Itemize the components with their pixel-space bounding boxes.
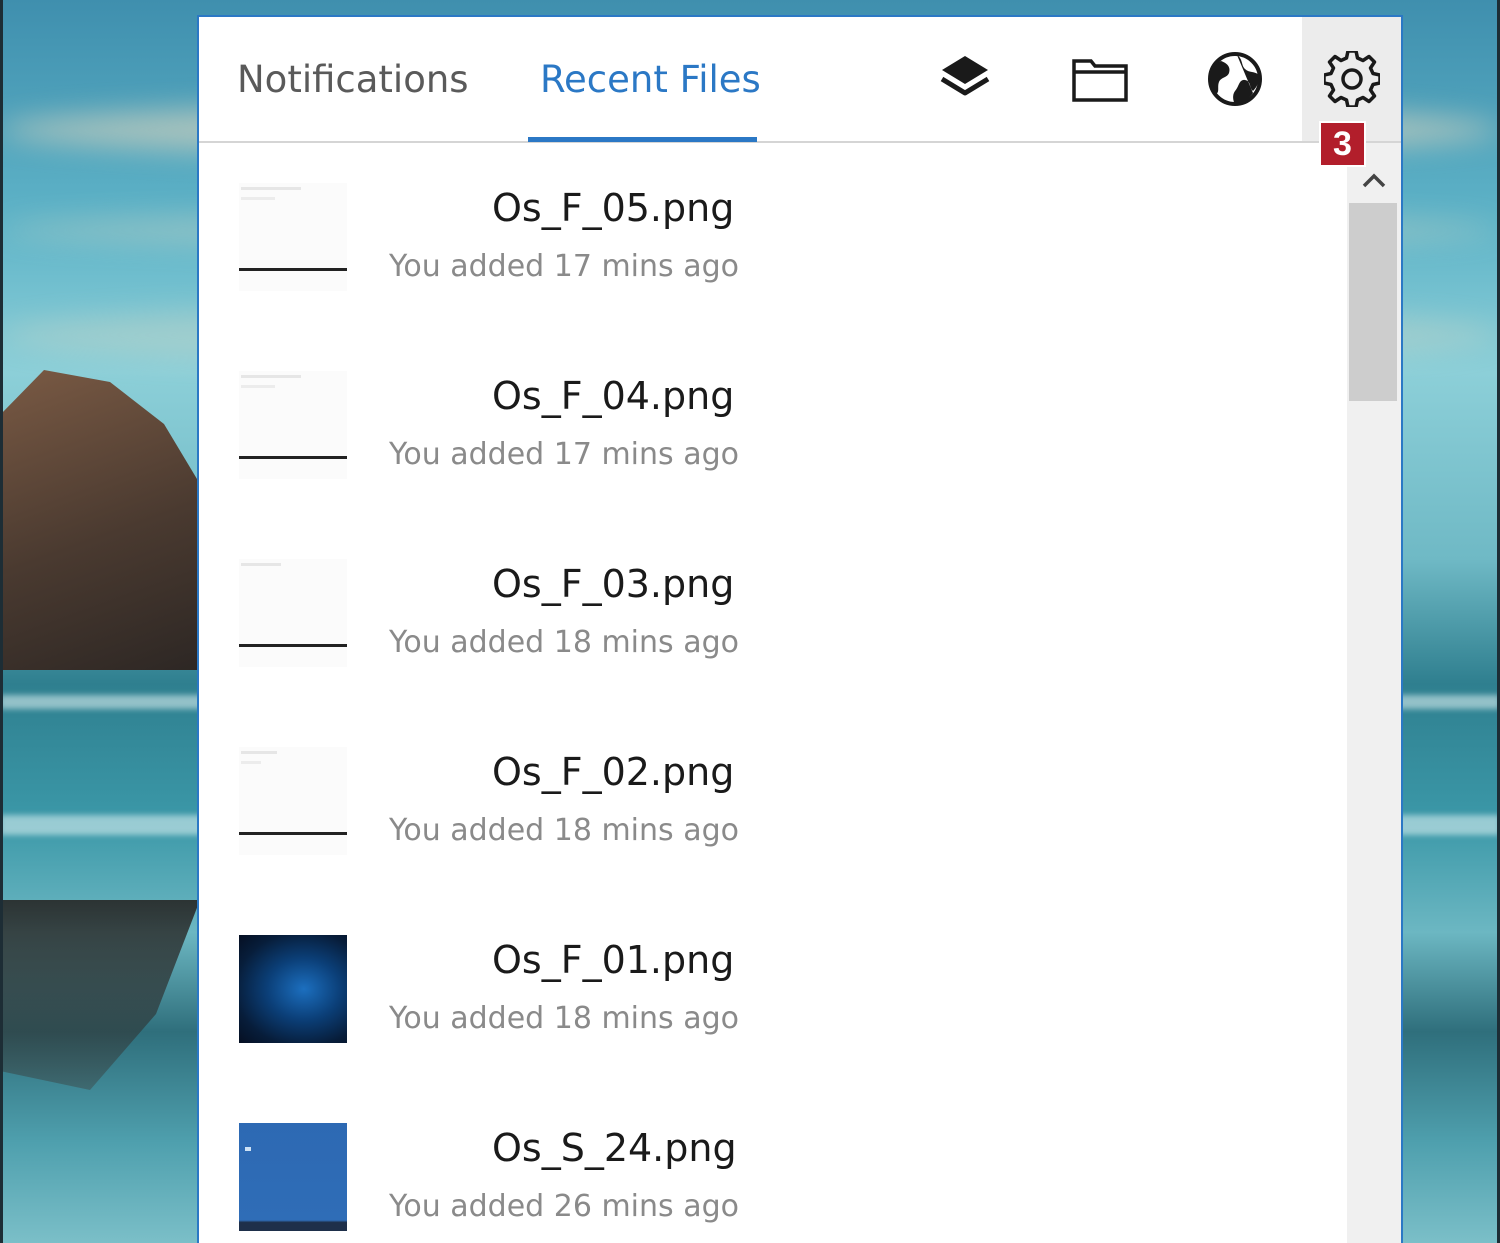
file-name: Os_F_04.png [492,374,735,418]
rock-reflection-decoration [0,900,200,1090]
file-added-time: You added 18 mins ago [389,813,739,848]
list-item[interactable]: Os_F_02.png You added 18 mins ago [199,707,1347,895]
frame-edge [0,0,3,1243]
folder-icon [1072,59,1128,102]
globe-icon [1208,52,1262,106]
file-name: Os_F_02.png [492,750,735,794]
gear-icon [1324,51,1380,107]
chevron-up-icon [1362,173,1386,188]
list-item[interactable]: Os_S_24.png You added 26 mins ago [199,1083,1347,1243]
list-item[interactable]: Os_F_01.png You added 18 mins ago [199,895,1347,1083]
rock-decoration [0,370,200,670]
scrollbar-thumb[interactable] [1349,203,1397,401]
file-added-time: You added 18 mins ago [389,625,739,660]
file-added-time: You added 26 mins ago [389,1189,739,1224]
tab-recent-files[interactable]: Recent Files [540,55,761,105]
file-name: Os_F_03.png [492,562,735,606]
globe-button[interactable] [1185,17,1285,141]
recent-files-list: Os_F_05.png You added 17 mins ago Os_F_0… [199,143,1347,1243]
active-tab-indicator [528,137,757,142]
file-thumbnail [239,559,347,667]
file-name: Os_F_05.png [492,186,735,230]
file-thumbnail [239,747,347,855]
file-name: Os_F_01.png [492,938,735,982]
file-thumbnail [239,371,347,479]
list-item[interactable]: Os_F_04.png You added 17 mins ago [199,331,1347,519]
folder-button[interactable] [1050,17,1150,141]
vertical-scrollbar[interactable] [1347,143,1401,1243]
file-added-time: You added 17 mins ago [389,249,739,284]
file-name: Os_S_24.png [492,1126,737,1170]
file-thumbnail [239,183,347,291]
layers-icon [940,56,990,96]
settings-notification-badge: 3 [1319,121,1366,167]
file-thumbnail [239,1123,347,1231]
desktop-background: Notifications Recent Files 3 Os_F_05.png… [0,0,1500,1243]
list-item[interactable]: Os_F_03.png You added 18 mins ago [199,519,1347,707]
file-thumbnail [239,935,347,1043]
recent-files-panel: Notifications Recent Files 3 Os_F_05.png… [197,15,1403,1243]
list-item[interactable]: Os_F_05.png You added 17 mins ago [199,143,1347,331]
scroll-up-button[interactable] [1357,163,1391,197]
tab-notifications[interactable]: Notifications [237,55,469,105]
file-added-time: You added 17 mins ago [389,437,739,472]
panel-header: Notifications Recent Files [199,17,1401,143]
file-added-time: You added 18 mins ago [389,1001,739,1036]
layers-button[interactable] [915,17,1015,141]
